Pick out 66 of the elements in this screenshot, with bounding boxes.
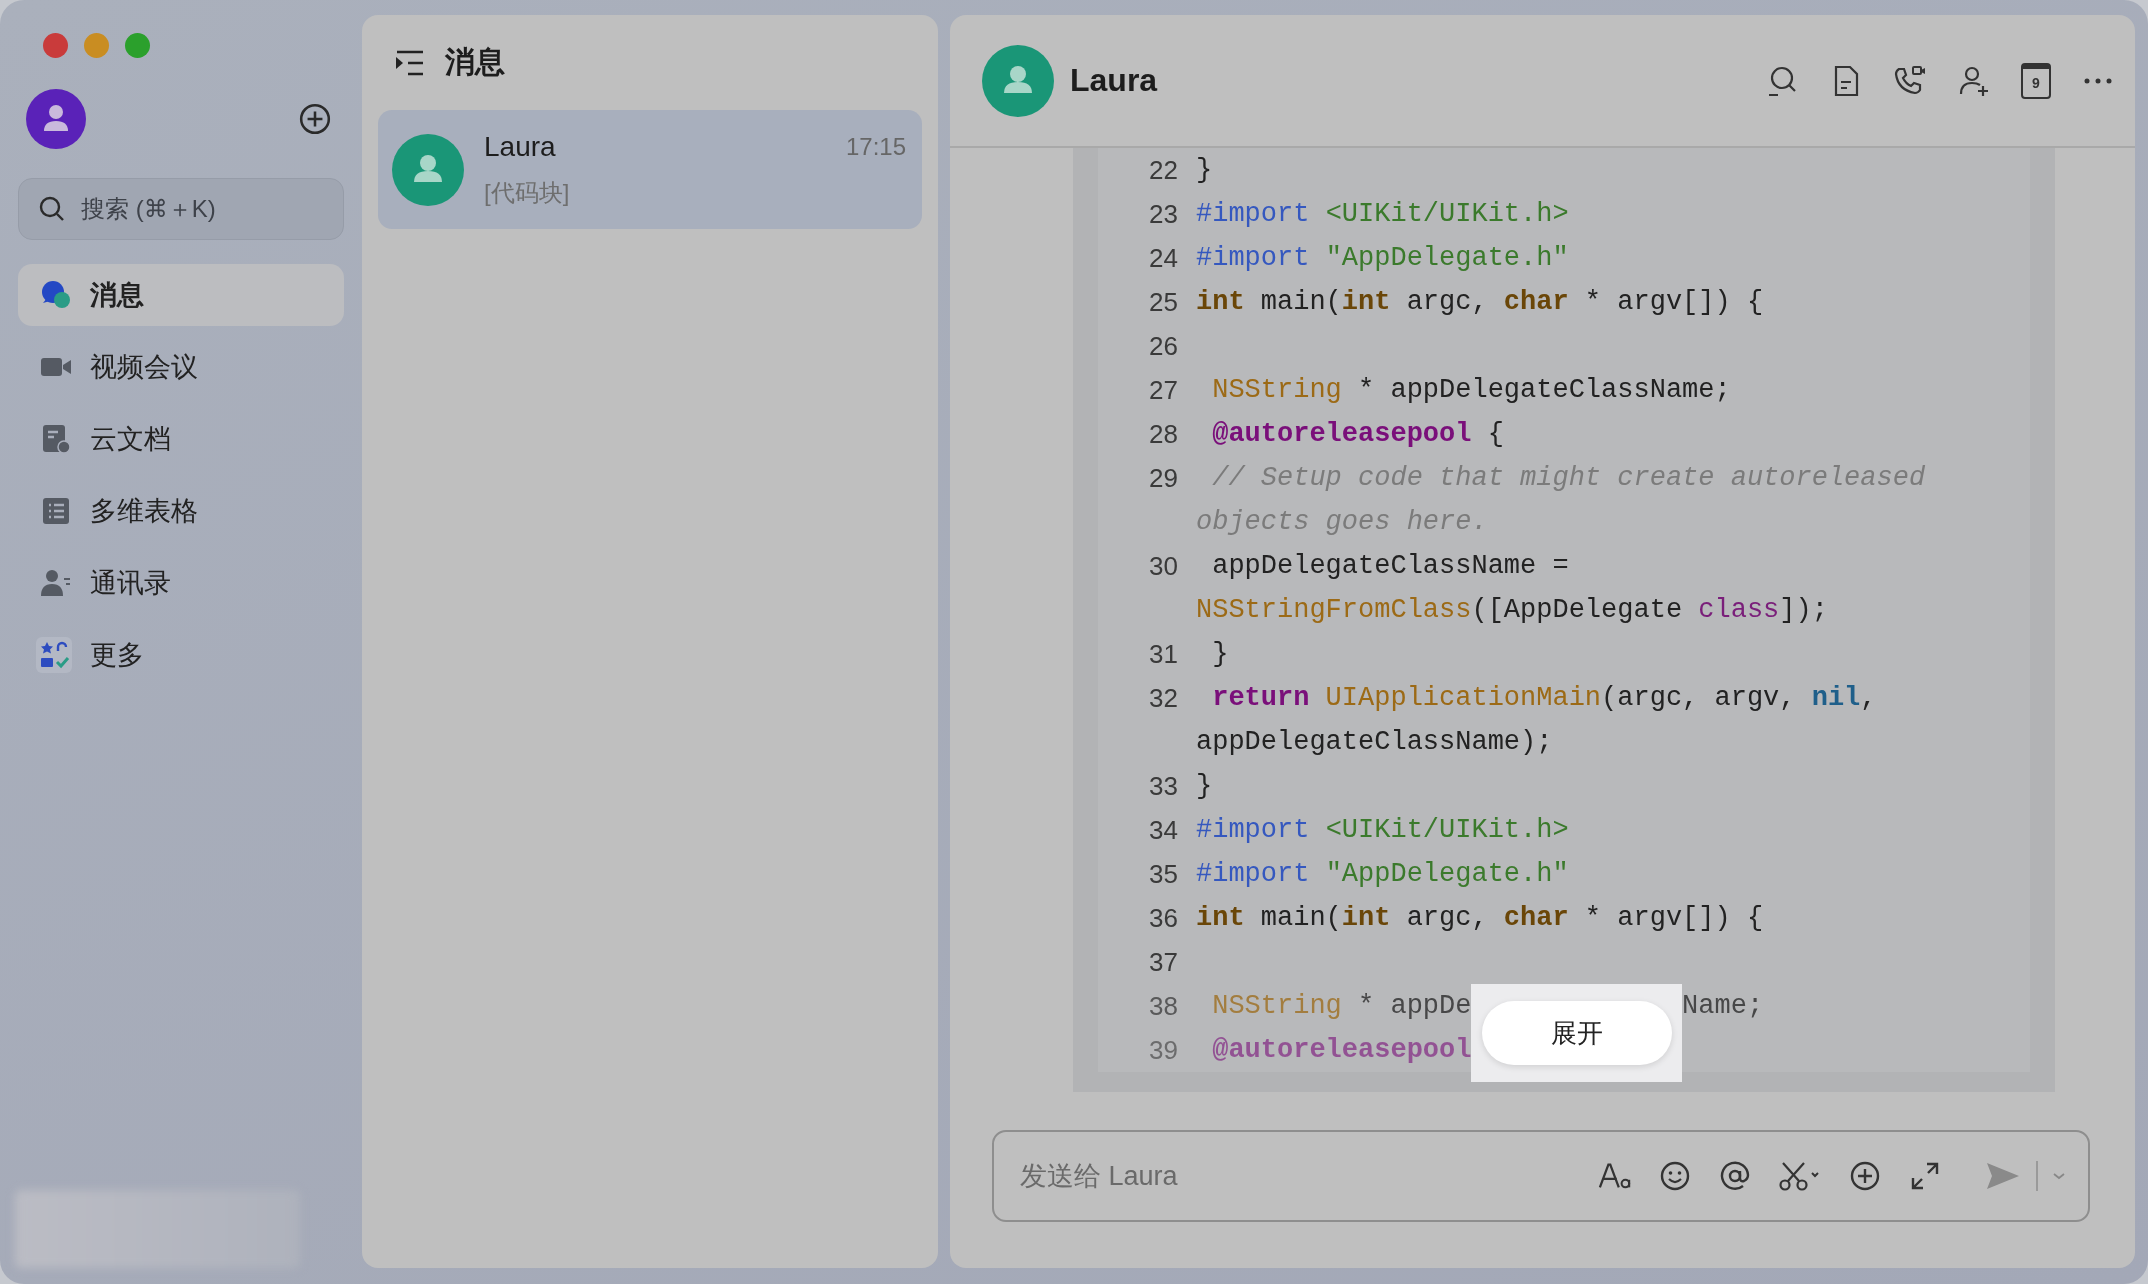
line-number: 26 (1148, 330, 1178, 363)
calendar-icon[interactable]: 9 (2021, 62, 2051, 99)
code-line: NSString * appDelegateClassName; (1211, 374, 1731, 407)
line-number: 23 (1148, 198, 1178, 231)
expand-button[interactable]: 展开 (1481, 1001, 1672, 1065)
line-number: 32 (1148, 682, 1178, 715)
avatar-icon (982, 44, 1054, 117)
line-number: 24 (1148, 242, 1178, 275)
chat-bubbles-icon (40, 279, 72, 311)
code-line: NSString * appDe (1211, 990, 1472, 1023)
nav-item[interactable]: 通讯录 (18, 552, 344, 614)
nav-item[interactable]: 云文档 (18, 408, 344, 470)
code-line: #import "AppDelegate.h" (1196, 858, 1569, 891)
line-number: 33 (1148, 770, 1178, 803)
add-icon[interactable] (1848, 1160, 1882, 1192)
line-number: 37 (1148, 946, 1178, 979)
code-line: @autoreleasepool { (1211, 418, 1504, 451)
search-field[interactable]: 搜索 (⌘＋K) (18, 178, 344, 240)
line-number: 35 (1148, 858, 1178, 891)
message-preview: [代码块] (484, 177, 571, 208)
nav-item[interactable]: 视频会议 (18, 336, 344, 398)
code-line: int main(int argc, char * argv[]) { (1196, 902, 1764, 935)
nav-item[interactable]: 消息 (18, 264, 344, 326)
cloud-document-icon (40, 423, 72, 455)
code-line: int main(int argc, char * argv[]) { (1196, 286, 1764, 319)
code-line: } (1211, 638, 1229, 671)
line-number: 36 (1148, 902, 1178, 935)
contacts-icon (40, 567, 72, 599)
message-input[interactable]: 发送给 Laura (1018, 1159, 1598, 1193)
contact-name: Laura (484, 130, 556, 163)
code-line: @autoreleasepool (1211, 1034, 1472, 1067)
line-number: 30 (1148, 550, 1178, 583)
code-line: } (1196, 770, 1213, 803)
code-line: #import <UIKit/UIKit.h> (1196, 198, 1569, 231)
add-icon[interactable] (298, 102, 332, 136)
emoji-icon[interactable] (1658, 1160, 1692, 1192)
line-number: 27 (1148, 374, 1178, 407)
mention-icon[interactable] (1718, 1160, 1752, 1192)
nav-item[interactable]: 多维表格 (18, 480, 344, 542)
line-number: 38 (1148, 990, 1178, 1023)
search-icon (38, 195, 66, 223)
message-time: 17:15 (845, 132, 906, 161)
code-line: #import <UIKit/UIKit.h> (1196, 814, 1569, 847)
code-fragment: Name; (1682, 990, 1764, 1023)
table-icon (40, 495, 72, 527)
chat-title: Laura (1070, 62, 1158, 99)
code-line: appDelegateClassName = NSStringFromClass([AppDelegate class]); (1196, 550, 1828, 627)
scissors-icon[interactable] (1778, 1160, 1822, 1192)
panel-title: 消息 (445, 44, 505, 80)
line-number: 22 (1148, 154, 1178, 187)
apps-icon (36, 637, 72, 673)
conversation-item[interactable]: Laura 17:15 [代码块] (378, 110, 922, 229)
line-number: 39 (1148, 1034, 1178, 1067)
avatar-icon[interactable] (26, 89, 86, 149)
line-number: 31 (1148, 638, 1178, 671)
line-number: 29 (1148, 462, 1178, 495)
list-toggle-icon[interactable] (395, 49, 425, 76)
avatar-icon (392, 133, 464, 206)
code-line: // Setup code that might create autoreleased objects goes here. (1196, 462, 1926, 539)
code-line: #import "AppDelegate.h" (1196, 242, 1569, 275)
line-number: 25 (1148, 286, 1178, 319)
nav-item[interactable]: 更多 (18, 624, 344, 686)
code-line: return UIApplicationMain(argc, argv, nil, appDelegateClassName); (1196, 682, 1877, 759)
line-number: 34 (1148, 814, 1178, 847)
line-number: 28 (1148, 418, 1178, 451)
code-line: } (1196, 154, 1213, 187)
